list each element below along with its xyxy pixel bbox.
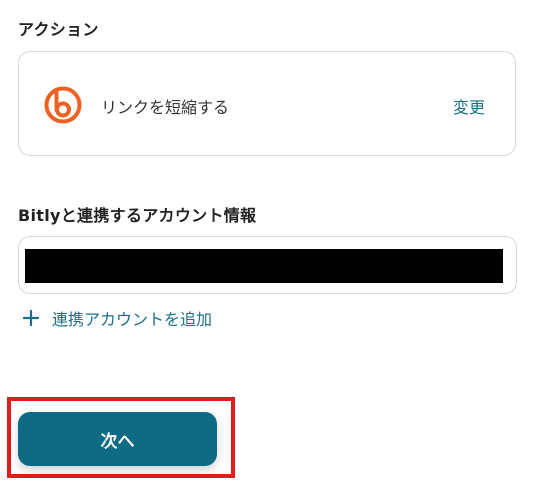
plus-icon [22,309,40,327]
linked-account-select[interactable] [18,236,517,294]
action-card[interactable]: リンクを短縮する 変更 [18,51,516,156]
action-label: リンクを短縮する [101,98,230,117]
add-linked-account-label: 連携アカウントを追加 [52,310,213,329]
redacted-account-value [25,249,503,283]
bitly-logo-icon [44,86,82,124]
add-linked-account-link[interactable]: 連携アカウントを追加 [22,307,212,329]
account-section-title: Bitlyと連携するアカウント情報 [18,206,257,225]
next-button[interactable]: 次へ [18,412,217,466]
action-section-title: アクション [18,20,99,39]
change-action-link[interactable]: 変更 [453,94,485,118]
